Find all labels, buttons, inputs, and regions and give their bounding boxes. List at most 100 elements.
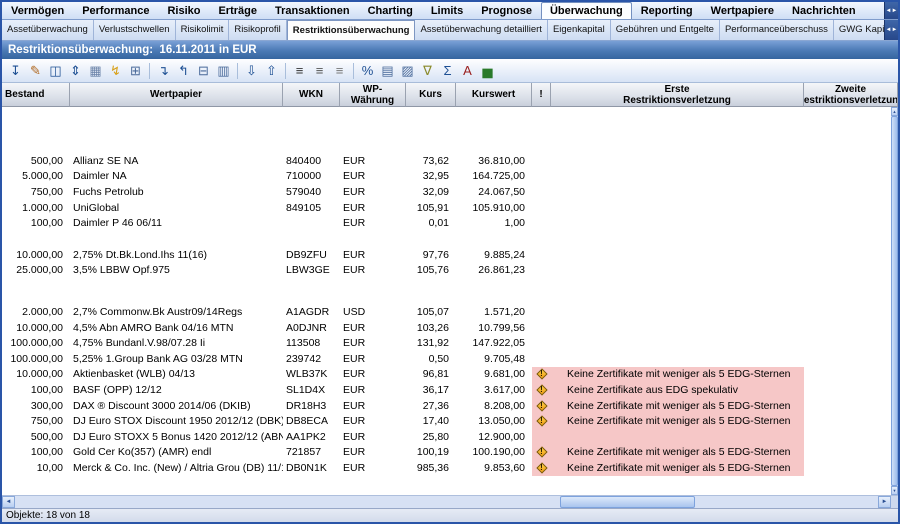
horizontal-scrollbar-track[interactable] <box>15 496 878 508</box>
tab-eigenkapital[interactable]: Eigenkapital <box>548 20 611 40</box>
cell-wkn: 239742 <box>283 351 340 367</box>
cell-kurs: 105,91 <box>406 200 456 216</box>
cell-kurs: 100,19 <box>406 445 456 461</box>
scroll-left-button[interactable]: ◄ <box>2 496 15 508</box>
table-row[interactable]: 100,00BASF (OPP) 12/12SL1D4XEUR36,173.61… <box>2 382 891 398</box>
column-header-zweite[interactable]: ZweiteRestriktionsverletzung <box>804 83 898 107</box>
table-row[interactable]: 750,00DJ Euro STOX Discount 1950 2012/12… <box>2 413 891 429</box>
scroll-right-button[interactable]: ► <box>878 496 891 508</box>
table-row[interactable]: 300,00DAX ® Discount 3000 2014/06 (DKIB)… <box>2 398 891 414</box>
edit-icon[interactable]: ✎ <box>26 61 45 80</box>
cell-waehrung: EUR <box>340 429 406 445</box>
tab-verlustschwellen[interactable]: Verlustschwellen <box>94 20 176 40</box>
print-icon[interactable]: ⊞ <box>126 61 145 80</box>
menu-item-erträge[interactable]: Erträge <box>209 2 266 19</box>
delete-row-icon[interactable]: ↰ <box>174 61 193 80</box>
column-label: ! <box>539 89 542 100</box>
menu-item-transaktionen[interactable]: Transaktionen <box>266 2 359 19</box>
menu-item-nachrichten[interactable]: Nachrichten <box>783 2 865 19</box>
table-row[interactable]: 10.000,00Aktienbasket (WLB) 04/13WLB37KE… <box>2 367 891 383</box>
tab-gwg-kapitalbewegun[interactable]: GWG Kapitalbewegun <box>834 20 884 40</box>
menu-item-reporting[interactable]: Reporting <box>632 2 702 19</box>
align-left-icon[interactable]: ≡ <box>290 61 309 80</box>
group-icon[interactable]: ⊟ <box>194 61 213 80</box>
horizontal-scrollbar[interactable]: ◄ ► <box>2 495 898 508</box>
table-row[interactable]: 750,00Fuchs Petrolub579040EUR32,0924.067… <box>2 184 891 200</box>
vertical-scrollbar[interactable]: ▲ ▼ <box>891 107 898 495</box>
tab-gebühren-und-entgelte[interactable]: Gebühren und Entgelte <box>611 20 720 40</box>
column-header-kurswert[interactable]: Kurswert <box>456 83 532 107</box>
chart-icon[interactable]: ▅ <box>478 61 497 80</box>
column-header-erste[interactable]: ErsteRestriktionsverletzung <box>551 83 804 107</box>
menu-item-überwachung[interactable]: Überwachung <box>541 2 632 19</box>
tab-restriktionsüberwachung[interactable]: Restriktionsüberwachung <box>287 20 416 40</box>
cell-erste: Keine Zertifikate mit weniger als 5 EDG-… <box>551 460 804 476</box>
column-header-warn[interactable]: ! <box>532 83 551 107</box>
table-row[interactable]: 10,00Merck & Co. Inc. (New) / Altria Gro… <box>2 460 891 476</box>
sort-asc-icon[interactable]: ⇩ <box>242 61 261 80</box>
table-row[interactable]: 500,00DJ Euro STOXX 5 Bonus 1420 2012/12… <box>2 429 891 445</box>
table-row[interactable]: 100,00Gold Cer Ko(357) (AMR) endl721857E… <box>2 445 891 461</box>
table-row[interactable]: 2.000,002,7% Commonw.Bk Austr09/14RegsA1… <box>2 304 891 320</box>
scroll-up-button[interactable]: ▲ <box>891 107 898 116</box>
copy-icon[interactable]: ▤ <box>378 61 397 80</box>
tab-bar: AssetüberwachungVerlustschwellenRisikoli… <box>2 20 898 41</box>
tab-risikoprofil[interactable]: Risikoprofil <box>229 20 286 40</box>
sort-desc-icon[interactable]: ⇧ <box>262 61 281 80</box>
layout-icon[interactable]: ◫ <box>46 61 65 80</box>
table-row[interactable]: 10.000,004,5% Abn AMRO Bank 04/16 MTNA0D… <box>2 320 891 336</box>
table-row[interactable]: 100,00Daimler P 46 06/11EUR0,011,00 <box>2 215 891 231</box>
table-row[interactable]: 25.000,003,5% LBBW Opf.975LBW3GEEUR105,7… <box>2 263 891 279</box>
menu-overflow-button[interactable]: ◄► <box>884 2 898 19</box>
font-icon[interactable]: A <box>458 61 477 80</box>
filter-icon[interactable]: ∇ <box>418 61 437 80</box>
cell-kurs: 985,36 <box>406 460 456 476</box>
column-header-wertpapier[interactable]: Wertpapier <box>70 83 283 107</box>
tab-performanceüberschuss[interactable]: Performanceüberschuss <box>720 20 834 40</box>
scroll-down-button[interactable]: ▼ <box>891 486 898 495</box>
tab-risikolimit[interactable]: Risikolimit <box>176 20 230 40</box>
align-center-icon[interactable]: ≡ <box>310 61 329 80</box>
table-row[interactable]: 500,00Allianz SE NA840400EUR73,6236.810,… <box>2 153 891 169</box>
cell-bestand: 2.000,00 <box>2 304 70 320</box>
refresh-icon[interactable]: ↯ <box>106 61 125 80</box>
menu-item-risiko[interactable]: Risiko <box>158 2 209 19</box>
horizontal-scrollbar-thumb[interactable] <box>560 496 695 508</box>
tab-assetüberwachung-detailliert[interactable]: Assetüberwachung detailliert <box>415 20 547 40</box>
menu-item-wertpapiere[interactable]: Wertpapiere <box>702 2 783 19</box>
tab-assetüberwachung[interactable]: Assetüberwachung <box>2 20 94 40</box>
table-row[interactable]: 100.000,005,25% 1.Group Bank AG 03/28 MT… <box>2 351 891 367</box>
cell-kurs: 27,36 <box>406 398 456 414</box>
cell-wkn: A0DJNR <box>283 320 340 336</box>
column-label: WKN <box>299 89 323 100</box>
column-header-wkn[interactable]: WKN <box>283 83 340 107</box>
menu-item-limits[interactable]: Limits <box>422 2 472 19</box>
row-height-icon[interactable]: ⇕ <box>66 61 85 80</box>
calendar-icon[interactable]: ▦ <box>86 61 105 80</box>
vertical-scrollbar-thumb[interactable] <box>891 116 898 486</box>
table-row[interactable]: 1.000,00UniGlobal849105EUR105,91105.910,… <box>2 200 891 216</box>
align-right-icon[interactable]: ≡ <box>330 61 349 80</box>
table-row[interactable]: 10.000,002,75% Dt.Bk.Lond.Ihs 11(16)DB9Z… <box>2 247 891 263</box>
column-header-bestand[interactable]: Bestand <box>2 83 70 107</box>
cell-warn <box>532 247 551 263</box>
menu-item-vermögen[interactable]: Vermögen <box>2 2 73 19</box>
table-row[interactable]: 100.000,004,75% Bundanl.V.98/07.28 Ii113… <box>2 335 891 351</box>
cell-erste <box>551 200 804 216</box>
sum-icon[interactable]: Σ <box>438 61 457 80</box>
menu-item-performance[interactable]: Performance <box>73 2 158 19</box>
tab-scroll-button[interactable]: ◄► <box>884 20 898 40</box>
cell-wertpapier: 4,5% Abn AMRO Bank 04/16 MTN <box>70 320 283 336</box>
column-header-kurs[interactable]: Kurs <box>406 83 456 107</box>
insert-row-icon[interactable]: ↴ <box>154 61 173 80</box>
table-row[interactable]: 5.000,00Daimler NA710000EUR32,95164.725,… <box>2 169 891 185</box>
export-icon[interactable]: ↧ <box>6 61 25 80</box>
menu-item-charting[interactable]: Charting <box>359 2 422 19</box>
cell-kurs: 17,40 <box>406 413 456 429</box>
menu-item-prognose[interactable]: Prognose <box>472 2 541 19</box>
column-header-waehrung[interactable]: WP-Währung <box>340 83 406 107</box>
percent-icon[interactable]: % <box>358 61 377 80</box>
paste-icon[interactable]: ▨ <box>398 61 417 80</box>
columns-icon[interactable]: ▥ <box>214 61 233 80</box>
table-spacer-row <box>2 278 891 304</box>
